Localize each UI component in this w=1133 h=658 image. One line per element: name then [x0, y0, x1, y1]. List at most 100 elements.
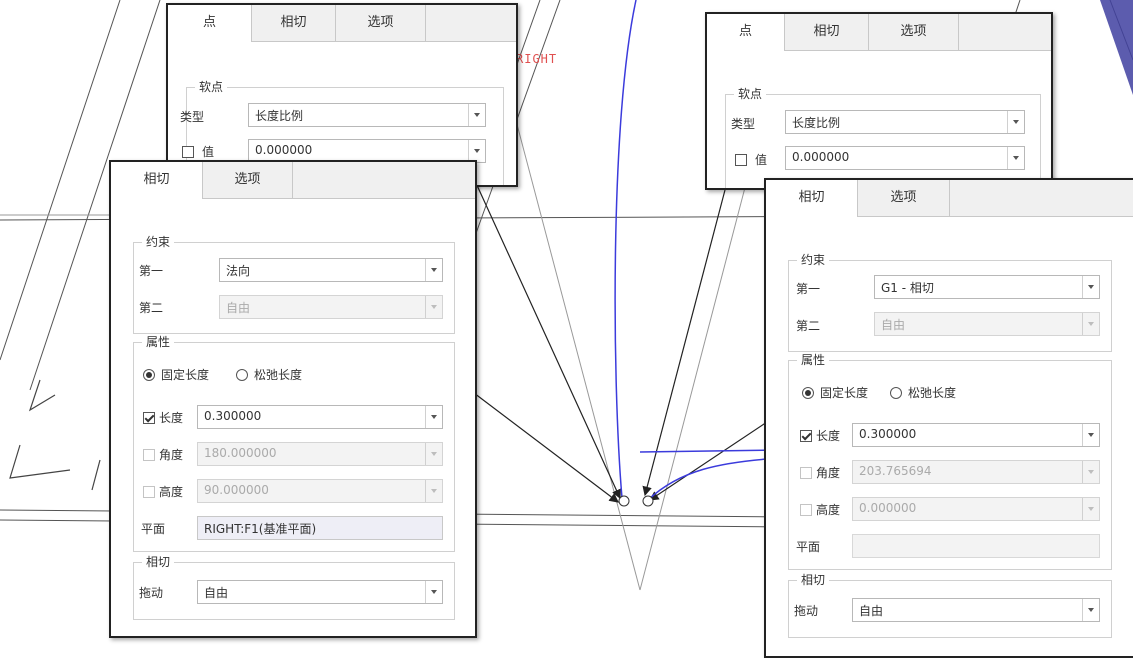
tab-options[interactable]: 选项	[869, 14, 959, 50]
plane-label: 平面	[796, 540, 821, 554]
tab-point[interactable]: 点	[168, 5, 252, 42]
angle-value: 180.000000	[204, 446, 277, 460]
angle-label: 角度	[816, 466, 841, 480]
drag-label: 拖动	[794, 604, 819, 618]
drag-select[interactable]: 自由	[197, 580, 443, 604]
plane-reference-value: RIGHT:F1(基准平面)	[204, 522, 317, 536]
tab-bar: 相切 选项	[111, 162, 475, 199]
value-input-text: 0.000000	[255, 143, 313, 157]
length-label: 长度	[159, 411, 184, 425]
length-checkbox[interactable]	[143, 412, 155, 424]
length-input[interactable]: 0.300000	[197, 405, 443, 429]
soft-point-title: 软点	[195, 79, 228, 95]
relaxed-length-label: 松弛长度	[254, 368, 303, 382]
height-value: 90.000000	[204, 483, 269, 497]
height-input[interactable]: 0.000000	[852, 497, 1100, 521]
tab-tangent[interactable]: 相切	[785, 14, 869, 50]
value-checkbox[interactable]	[182, 146, 194, 158]
type-select[interactable]: 长度比例	[785, 110, 1025, 134]
angle-input[interactable]: 203.765694	[852, 460, 1100, 484]
second-constraint-value: 自由	[226, 301, 251, 315]
first-constraint-select[interactable]: 法向	[219, 258, 443, 282]
tab-point[interactable]: 点	[707, 14, 785, 51]
properties-title: 属性	[797, 352, 830, 368]
chevron-down-icon	[1082, 313, 1099, 335]
tab-tangent[interactable]: 相切	[766, 180, 858, 217]
chevron-down-icon	[425, 406, 442, 428]
chevron-down-icon	[468, 104, 485, 126]
tab-options[interactable]: 选项	[203, 162, 293, 198]
length-value: 0.300000	[204, 409, 262, 423]
second-constraint-select[interactable]: 自由	[874, 312, 1100, 336]
type-select[interactable]: 长度比例	[248, 103, 486, 127]
length-input[interactable]: 0.300000	[852, 423, 1100, 447]
chevron-down-icon	[1082, 461, 1099, 483]
value-input-text: 0.000000	[792, 150, 850, 164]
tangent-title: 相切	[797, 572, 830, 588]
tab-tangent[interactable]: 相切	[252, 5, 336, 41]
value-input[interactable]: 0.000000	[785, 146, 1025, 170]
angle-value: 203.765694	[859, 464, 932, 478]
tab-bar: 相切 选项	[766, 180, 1133, 217]
type-label: 类型	[180, 110, 205, 124]
plane-reference-field[interactable]	[852, 534, 1100, 558]
soft-point-right-handle[interactable]	[642, 495, 654, 507]
tangent-title: 相切	[142, 554, 175, 570]
tab-bar: 点 相切 选项	[707, 14, 1051, 51]
value-checkbox[interactable]	[735, 154, 747, 166]
first-constraint-label: 第一	[139, 264, 164, 278]
fixed-length-radio[interactable]	[802, 387, 814, 399]
second-constraint-value: 自由	[881, 318, 906, 332]
view-marks	[9, 379, 101, 491]
first-constraint-label: 第一	[796, 282, 821, 296]
datum-plane-label: RIGHT	[516, 52, 558, 66]
height-label: 高度	[159, 485, 184, 499]
tab-options[interactable]: 选项	[336, 5, 426, 41]
tangent-dialog-left: 相切 选项 约束 第一 法向 第二 自由 属性 固定长度 松弛长度 长度 0.3…	[109, 160, 477, 638]
soft-point-left-handle[interactable]	[618, 495, 630, 507]
height-checkbox[interactable]	[800, 504, 812, 516]
constraint-title: 约束	[797, 252, 830, 268]
angle-input[interactable]: 180.000000	[197, 442, 443, 466]
angle-label: 角度	[159, 448, 184, 462]
fixed-length-radio[interactable]	[143, 369, 155, 381]
drag-value: 自由	[859, 604, 884, 618]
length-checkbox[interactable]	[800, 430, 812, 442]
second-constraint-select[interactable]: 自由	[219, 295, 443, 319]
height-value: 0.000000	[859, 501, 917, 515]
height-label: 高度	[816, 503, 841, 517]
angle-checkbox[interactable]	[143, 449, 155, 461]
relaxed-length-radio[interactable]	[236, 369, 248, 381]
chevron-down-icon	[1082, 498, 1099, 520]
fixed-length-label: 固定长度	[820, 386, 869, 400]
type-label: 类型	[731, 117, 756, 131]
tab-options[interactable]: 选项	[858, 180, 950, 216]
plane-reference-field[interactable]: RIGHT:F1(基准平面)	[197, 516, 443, 540]
chevron-down-icon	[425, 581, 442, 603]
second-constraint-label: 第二	[796, 319, 821, 333]
first-constraint-select[interactable]: G1 - 相切	[874, 275, 1100, 299]
soft-point-group: 软点	[725, 86, 1041, 188]
type-select-value: 长度比例	[792, 116, 841, 130]
drag-select[interactable]: 自由	[852, 598, 1100, 622]
plane-label: 平面	[141, 522, 166, 536]
properties-title: 属性	[142, 334, 175, 350]
chevron-down-icon	[1082, 424, 1099, 446]
angle-checkbox[interactable]	[800, 467, 812, 479]
height-checkbox[interactable]	[143, 486, 155, 498]
chevron-down-icon	[1007, 111, 1024, 133]
relaxed-length-radio[interactable]	[890, 387, 902, 399]
tab-tangent[interactable]: 相切	[111, 162, 203, 199]
chevron-down-icon	[425, 296, 442, 318]
first-constraint-value: 法向	[226, 264, 251, 278]
tangent-dialog-right: 相切 选项 约束 第一 G1 - 相切 第二 自由 属性 固定长度 松弛长度 长…	[764, 178, 1133, 658]
chevron-down-icon	[468, 140, 485, 162]
drag-label: 拖动	[139, 586, 164, 600]
leader-arrows	[469, 169, 771, 503]
type-select-value: 长度比例	[255, 109, 304, 123]
relaxed-length-label: 松弛长度	[908, 386, 957, 400]
chevron-down-icon	[1082, 276, 1099, 298]
soft-point-title: 软点	[734, 86, 767, 102]
fixed-length-label: 固定长度	[161, 368, 210, 382]
height-input[interactable]: 90.000000	[197, 479, 443, 503]
